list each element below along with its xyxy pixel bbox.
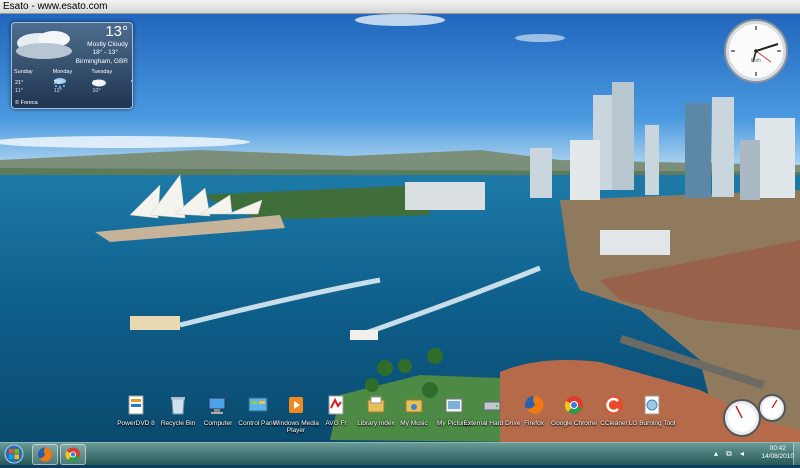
- show-desktop-button[interactable]: [793, 443, 800, 465]
- clock-label: Bath: [751, 58, 762, 64]
- show-hidden-icons-icon[interactable]: ▴: [714, 449, 718, 458]
- forecast-day: Monday 21° 12°: [52, 69, 106, 97]
- volume-icon[interactable]: ◂: [740, 449, 744, 458]
- cloud-icon: [16, 31, 72, 59]
- forecast-day: Tuesday 18° 10°: [91, 69, 132, 97]
- forecast-low: 10°: [92, 88, 101, 94]
- forecast-high: 21°: [53, 80, 62, 86]
- window-title: Esato - www.esato.com: [3, 1, 108, 12]
- lg-burning-icon: [644, 395, 660, 415]
- forecast-day-name: Sunday: [14, 69, 33, 75]
- clock-date: 14/08/2010: [761, 453, 794, 460]
- taskbar: ▴ ⧉ ◂ 00:42 14/08/2010: [0, 442, 800, 465]
- weather-credit: © Foreca: [15, 100, 38, 106]
- powerdvd-icon: [128, 395, 144, 415]
- network-icon[interactable]: ⧉: [726, 449, 732, 459]
- forecast-high: 18°: [92, 80, 101, 86]
- forecast-low: 11°: [15, 88, 23, 94]
- weather-gadget[interactable]: 13° Mostly Cloudy 18° - 13° Birmingham, …: [11, 22, 133, 109]
- taskbar-clock[interactable]: 00:42 14/08/2010: [761, 445, 794, 461]
- clock-icon: Bath: [724, 19, 788, 83]
- desktop-icon-label: LG Burning Tool: [628, 420, 676, 427]
- window-title-bar[interactable]: Esato - www.esato.com: [0, 0, 800, 14]
- chrome-icon: [564, 396, 583, 414]
- hard-drive-icon: [483, 401, 501, 411]
- firefox-icon: [525, 395, 544, 414]
- clock-gadget[interactable]: Bath: [723, 18, 789, 84]
- firefox-icon: [38, 447, 53, 462]
- weather-condition: Mostly Cloudy: [87, 41, 128, 48]
- forecast-day-name: Monday: [52, 69, 73, 75]
- computer-icon: [208, 397, 226, 414]
- taskbar-chrome-button[interactable]: [60, 444, 86, 465]
- forecast-row: Sunday 21° 11° Monday 21° 12° Tuesday 18…: [14, 69, 132, 97]
- media-player-icon: [289, 397, 303, 413]
- rain-icon: [131, 79, 132, 83]
- chrome-icon: [65, 447, 80, 462]
- forecast-high: 21°: [15, 80, 24, 86]
- cpu-meter-gadget[interactable]: [722, 392, 788, 438]
- forecast-day-name: Tuesday: [91, 69, 113, 75]
- avg-icon: [328, 395, 344, 415]
- recycle-bin-icon: [171, 397, 185, 415]
- current-temperature: 13°: [105, 23, 128, 40]
- forecast-low: 12°: [53, 88, 62, 94]
- desktop-icon-lg-burning[interactable]: LG Burning Tool: [622, 394, 682, 427]
- taskbar-firefox-button[interactable]: [32, 444, 58, 465]
- clock-time: 00:42: [769, 445, 786, 452]
- music-folder-icon: [405, 399, 423, 413]
- forecast-day: Sunday 21° 11°: [14, 69, 66, 97]
- temperature-range: 18° - 13°: [92, 49, 118, 56]
- weather-location: Birmingham, GBR: [75, 58, 128, 65]
- system-tray: ▴ ⧉ ◂ 00:42 14/08/2010: [700, 443, 800, 465]
- start-button[interactable]: [2, 443, 26, 465]
